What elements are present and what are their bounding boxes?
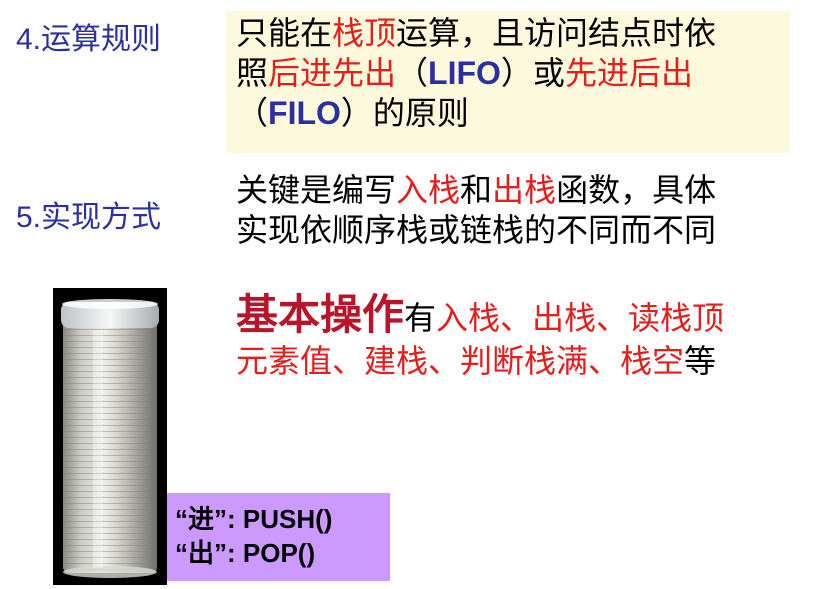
section-5-label: 实现方式 [41, 200, 162, 235]
basic-ops-list-1: 入栈、出栈、读栈顶 [436, 299, 725, 337]
rule-text-12: ）的原则 [340, 94, 469, 132]
basic-ops-has: 有 [404, 299, 437, 337]
impl-line-2: 实现依顺序栈或链栈的不同而不同 [236, 211, 717, 249]
coin-tube-illustration [53, 288, 167, 585]
rule-line-1: 只能在栈顶运算，且访问结点时依 [236, 13, 796, 53]
impl-push: 入栈 [396, 171, 461, 209]
rule-text-4: 照 [236, 54, 269, 92]
impl-text-1: 关键是编写 [236, 171, 397, 209]
push-label: “进”: PUSH() [175, 504, 333, 534]
impl-text: 关键是编写入栈和出栈函数，具体 实现依顺序栈或链栈的不同而不同 [236, 170, 806, 250]
rule-text-3: 运算，且访问结点时依 [396, 14, 717, 52]
section-5-number: 5. [16, 201, 42, 234]
basic-ops-title: 基本操作 [236, 290, 405, 339]
push-pop-box: “进”: PUSH() “出”: POP() [167, 493, 390, 581]
basic-ops-text: 基本操作有入栈、出栈、读栈顶 元素值、建栈、判断栈满、栈空等 [236, 292, 811, 381]
impl-line-1: 关键是编写入栈和出栈函数，具体 [236, 170, 806, 210]
basic-ops-etc: 等 [684, 342, 717, 380]
rule-lifo: LIFO [428, 55, 501, 91]
section-5-heading: 5.实现方式 [16, 200, 161, 236]
basic-ops-line-2: 元素值、建栈、判断栈满、栈空等 [236, 341, 811, 381]
rule-stack-top: 栈顶 [332, 14, 397, 52]
rule-text-8: ）或 [500, 54, 565, 92]
rule-line-2: 照后进先出（LIFO）或先进后出 [236, 53, 796, 93]
coin-tube-image [53, 288, 167, 585]
rule-text-1: 只能在 [236, 14, 333, 52]
rule-paren-open-2: （ [236, 94, 269, 132]
impl-and: 和 [460, 171, 493, 209]
rule-filo-cn: 先进后出 [564, 54, 693, 92]
impl-text-5: 函数，具体 [556, 171, 717, 209]
pop-label: “出”: POP() [175, 538, 316, 568]
basic-ops-line-1: 基本操作有入栈、出栈、读栈顶 [236, 292, 811, 341]
section-4-label: 运算规则 [41, 22, 162, 57]
section-4-number: 4. [16, 23, 42, 56]
basic-ops-list-2: 元素值、建栈、判断栈满、栈空 [236, 342, 685, 380]
impl-pop: 出栈 [492, 171, 557, 209]
rule-line-3: （FILO）的原则 [236, 93, 796, 133]
rule-lifo-cn: 后进先出 [268, 54, 397, 92]
rule-paren-open-1: （ [396, 54, 429, 92]
section-4-heading: 4.运算规则 [16, 22, 161, 58]
rule-filo: FILO [268, 95, 341, 131]
rule-text: 只能在栈顶运算，且访问结点时依 照后进先出（LIFO）或先进后出 （FILO）的… [236, 13, 796, 133]
